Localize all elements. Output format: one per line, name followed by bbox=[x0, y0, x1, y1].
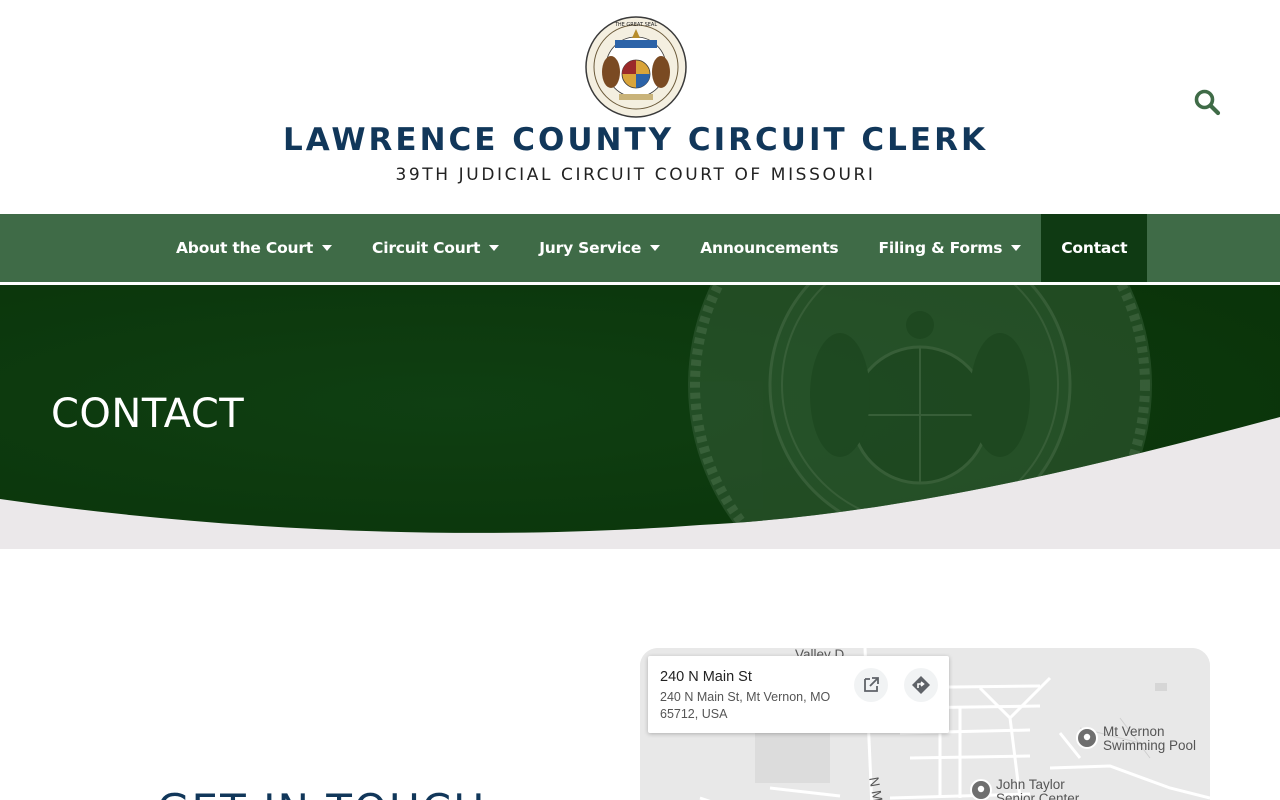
map-place-name: 240 N Main St bbox=[660, 669, 752, 685]
site-header: THE GREAT SEAL LAWRENCE COUNTY CIRCUIT C… bbox=[0, 0, 1280, 214]
site-title[interactable]: LAWRENCE COUNTY CIRCUIT CLERK bbox=[0, 122, 1271, 158]
page-title: CONTACT bbox=[51, 391, 245, 437]
embedded-map[interactable]: Valley D N Ma Mt Vernon Swimming Pool Jo… bbox=[640, 648, 1210, 800]
nav-item-circuit-court[interactable]: Circuit Court bbox=[352, 214, 519, 282]
caret-down-icon bbox=[650, 245, 661, 251]
nav-item-label: About the Court bbox=[176, 239, 314, 257]
nav-item-label: Announcements bbox=[700, 239, 839, 257]
map-place-label-line: Senior Center bbox=[996, 791, 1080, 800]
nav-item-label: Filing & Forms bbox=[878, 239, 1003, 257]
site-subtitle: 39TH JUDICIAL CIRCUIT COURT OF MISSOURI bbox=[395, 165, 876, 185]
page-hero-banner: CONTACT bbox=[0, 285, 1280, 549]
directions-button[interactable] bbox=[904, 668, 938, 702]
nav-item-announcements[interactable]: Announcements bbox=[680, 214, 858, 282]
map-place-label-pool[interactable]: Mt Vernon Swimming Pool bbox=[1103, 725, 1196, 753]
nav-item-label: Contact bbox=[1061, 239, 1128, 257]
hero-seal-watermark bbox=[688, 285, 1152, 533]
map-pin-icon[interactable] bbox=[1076, 727, 1098, 749]
nav-item-jury-service[interactable]: Jury Service bbox=[519, 214, 680, 282]
nav-item-about-the-court[interactable]: About the Court bbox=[156, 214, 352, 282]
svg-text:THE GREAT SEAL: THE GREAT SEAL bbox=[614, 22, 657, 28]
missouri-state-seal-logo[interactable]: THE GREAT SEAL bbox=[585, 16, 687, 118]
open-external-icon bbox=[864, 677, 879, 692]
get-in-touch-heading: GET IN TOUCH bbox=[157, 785, 487, 800]
open-in-maps-button[interactable] bbox=[854, 668, 888, 702]
map-place-label-line: Mt Vernon bbox=[1103, 724, 1165, 739]
map-pin-icon[interactable] bbox=[970, 779, 992, 800]
search-icon bbox=[1194, 89, 1221, 116]
caret-down-icon bbox=[1011, 245, 1022, 251]
nav-item-label: Circuit Court bbox=[372, 239, 481, 257]
map-place-label-line: Swimming Pool bbox=[1103, 738, 1197, 753]
map-place-label-line: John Taylor bbox=[996, 777, 1065, 792]
map-place-card: 240 N Main St 240 N Main St, Mt Vernon, … bbox=[648, 656, 949, 733]
directions-icon bbox=[912, 676, 930, 694]
search-button[interactable] bbox=[1193, 88, 1221, 116]
nav-item-filing-forms[interactable]: Filing & Forms bbox=[858, 214, 1041, 282]
caret-down-icon bbox=[322, 245, 333, 251]
caret-down-icon bbox=[489, 245, 500, 251]
main-content: GET IN TOUCH bbox=[0, 549, 1280, 800]
nav-item-label: Jury Service bbox=[539, 239, 642, 257]
main-navigation: About the Court Circuit Court Jury Servi… bbox=[0, 214, 1280, 282]
nav-item-contact[interactable]: Contact bbox=[1041, 214, 1148, 282]
map-place-label-senior-center[interactable]: John Taylor Senior Center bbox=[996, 778, 1079, 800]
map-place-address: 240 N Main St, Mt Vernon, MO 65712, USA bbox=[660, 690, 831, 721]
